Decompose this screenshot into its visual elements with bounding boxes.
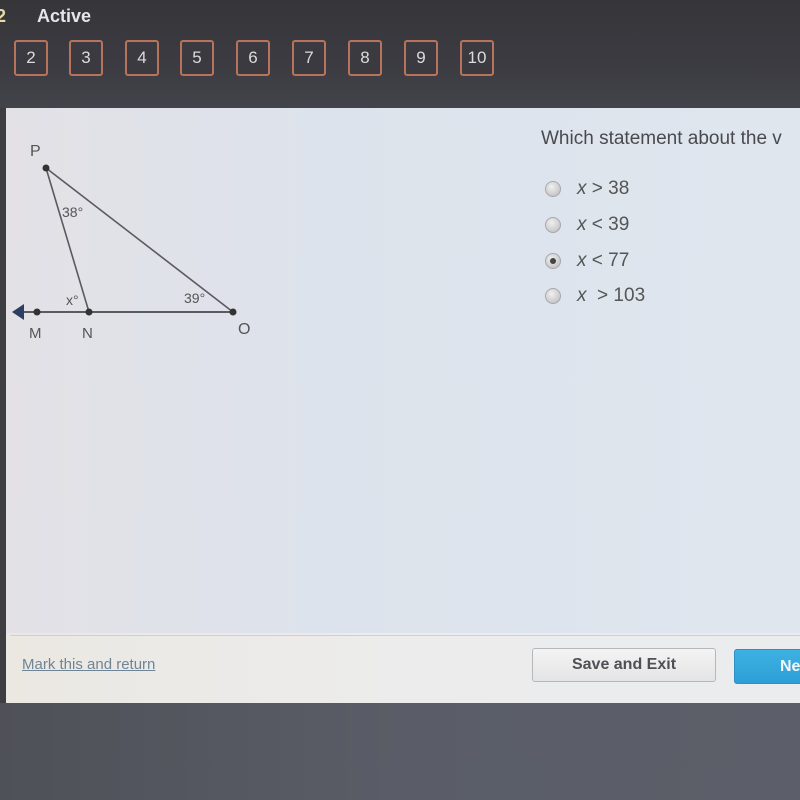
answer-option[interactable]: x < 39 [545, 214, 745, 238]
screen-bezel-edge [0, 108, 6, 703]
point-n [85, 308, 93, 316]
segment-pn [45, 167, 90, 313]
question-nav-button[interactable]: 3 [69, 40, 103, 76]
option-label: x > 38 [577, 178, 630, 199]
point-p [42, 164, 50, 172]
question-text: Which statement about the v [541, 128, 782, 149]
triangle-diagram: P M N O 38° x° 39° [12, 143, 250, 342]
status-label: Active [37, 6, 92, 26]
save-and-exit-button[interactable]: Save and Exit [532, 648, 716, 682]
left-arrow-icon [12, 304, 24, 320]
question-nav-button[interactable]: 5 [180, 40, 214, 76]
label-o: O [238, 321, 250, 338]
option-label: x < 39 [577, 214, 630, 235]
next-button[interactable]: Ne [734, 649, 800, 684]
radio-button-selected[interactable] [545, 253, 561, 269]
question-number-partial: 2 [0, 6, 7, 26]
radio-button[interactable] [545, 217, 561, 233]
question-nav-button[interactable]: 6 [236, 40, 270, 76]
bottom-area [0, 703, 800, 800]
label-m: M [29, 325, 42, 342]
question-nav-button[interactable]: 10 [460, 40, 494, 76]
radio-button[interactable] [545, 288, 561, 304]
angle-label-n: x° [66, 292, 79, 308]
point-m [33, 308, 41, 316]
footer-divider [10, 635, 800, 636]
answer-option[interactable]: x > 103 [545, 285, 745, 309]
point-o [229, 308, 237, 316]
top-bar: 2 Active 2 3 4 5 6 7 8 9 10 [0, 0, 800, 108]
question-nav-button[interactable]: 4 [125, 40, 159, 76]
mark-and-return-link[interactable]: Mark this and return [22, 656, 155, 673]
angle-label-o: 39° [184, 290, 205, 306]
option-label: x < 77 [577, 250, 630, 271]
question-nav-button[interactable]: 2 [14, 40, 48, 76]
option-label: x > 103 [577, 285, 646, 306]
question-panel: P M N O 38° x° 39° Which statement about… [0, 108, 800, 703]
question-nav-button[interactable]: 8 [348, 40, 382, 76]
question-nav-button[interactable]: 7 [292, 40, 326, 76]
answer-option[interactable]: x > 38 [545, 178, 745, 202]
radio-button[interactable] [545, 181, 561, 197]
question-nav-button[interactable]: 9 [404, 40, 438, 76]
angle-label-p: 38° [62, 204, 83, 220]
label-n: N [82, 325, 93, 342]
answer-option[interactable]: x < 77 [545, 250, 745, 274]
label-p: P [30, 143, 41, 160]
